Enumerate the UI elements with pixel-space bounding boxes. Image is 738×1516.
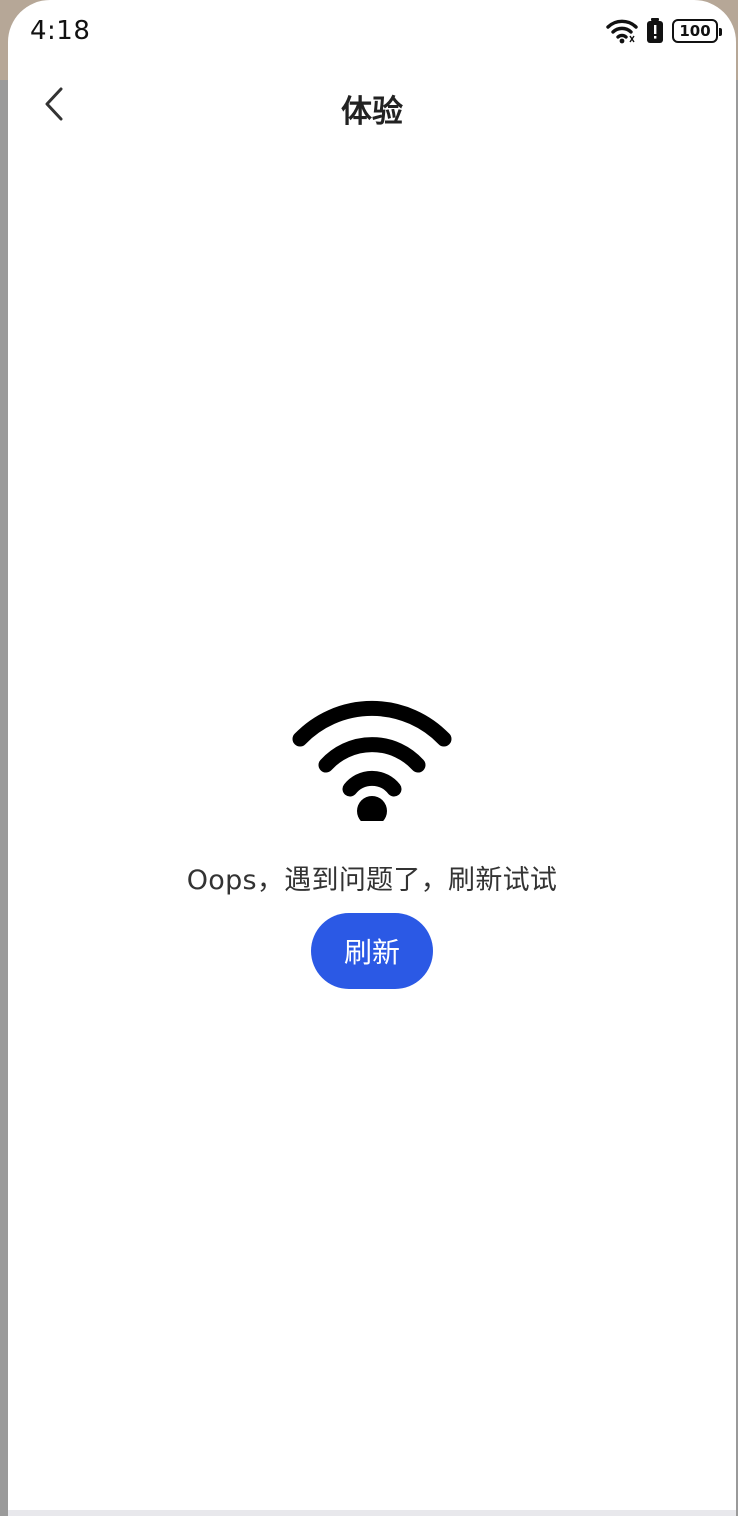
status-bar: 4:18 100 xyxy=(8,0,736,64)
status-time: 4:18 xyxy=(30,16,91,46)
battery-indicator: 100 xyxy=(672,19,722,43)
app-screen: 4:18 100 体验 Oops，遇到问题了，刷新试试 刷新 xyxy=(8,0,736,1516)
bottom-edge xyxy=(8,1510,736,1516)
page-title: 体验 xyxy=(341,94,403,130)
wifi-icon xyxy=(274,676,470,836)
status-icons: 100 xyxy=(606,18,722,44)
battery-level: 100 xyxy=(679,21,711,40)
refresh-button[interactable]: 刷新 xyxy=(311,913,433,989)
battery-saver-icon xyxy=(646,18,664,44)
error-message: Oops，遇到问题了，刷新试试 xyxy=(186,865,558,896)
nav-bar: 体验 xyxy=(8,64,736,148)
error-panel: Oops，遇到问题了，刷新试试 刷新 xyxy=(8,676,736,989)
wifi-icon xyxy=(606,18,638,44)
